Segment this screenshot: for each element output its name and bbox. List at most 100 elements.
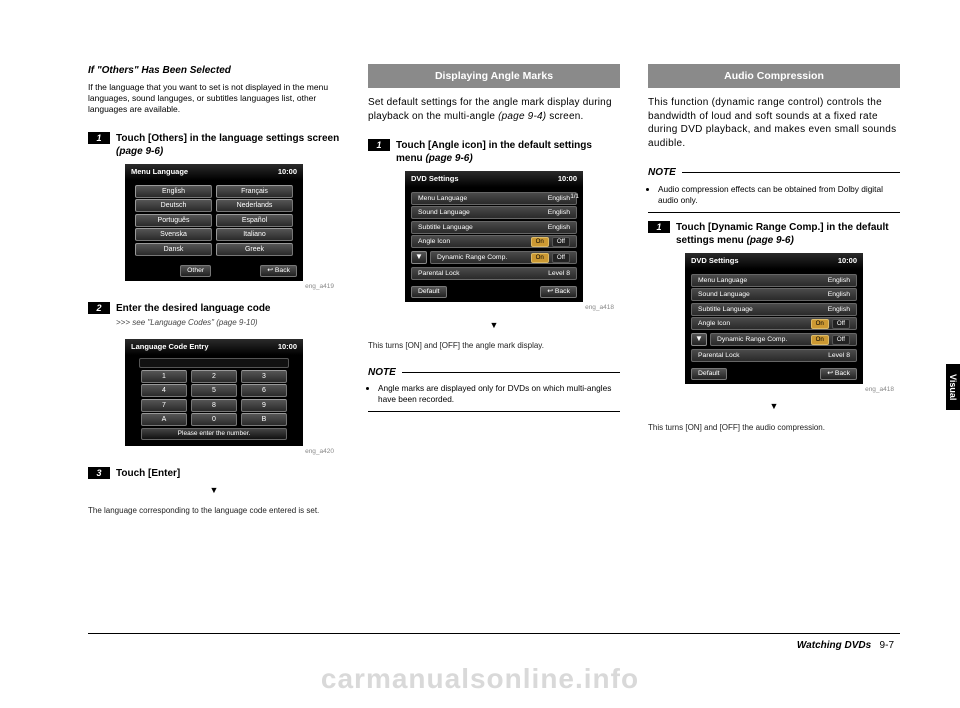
back-button-3[interactable]: ↩ Back <box>820 368 857 380</box>
others-intro: If the language that you want to set is … <box>88 82 340 116</box>
watermark: carmanualsonline.info <box>0 660 960 698</box>
lang-english[interactable]: English <box>135 185 212 198</box>
key-3[interactable]: 3 <box>241 370 287 383</box>
lang-nederlands[interactable]: Nederlands <box>216 199 293 212</box>
col2-step-badge-1: 1 <box>368 139 390 151</box>
screen2-title: Language Code Entry <box>131 342 209 352</box>
col3-result: This turns [ON] and [OFF] the audio comp… <box>648 423 900 434</box>
fig-label-1: eng_a419 <box>88 283 334 292</box>
row-drcomp-2[interactable]: Dynamic Range Comp.OnOff <box>710 333 857 346</box>
screenshot-dvd-settings-1: DVD Settings 10:00 1/1 Menu LanguageEngl… <box>405 171 583 302</box>
screen1-time: 10:00 <box>278 167 297 177</box>
col3-step-1: 1 Touch [Dynamic Range Comp.] in the def… <box>648 221 900 247</box>
note-heading-2: NOTE <box>648 166 900 180</box>
screenshot-menu-language: Menu Language 10:00 English Français Deut… <box>125 164 303 281</box>
page-indicator: 1/1 <box>570 193 579 201</box>
lang-dansk[interactable]: Dansk <box>135 243 212 256</box>
row-parental-lock-2[interactable]: Parental LockLevel 8 <box>691 349 857 362</box>
col2-result: This turns [ON] and [OFF] the angle mark… <box>368 341 620 352</box>
row-parental-lock[interactable]: Parental LockLevel 8 <box>411 267 577 280</box>
lang-svenska[interactable]: Svenska <box>135 228 212 241</box>
col3-step1-ref: (page 9-6) <box>747 235 794 246</box>
back-button[interactable]: ↩ Back <box>260 265 297 277</box>
lang-portugues[interactable]: Português <box>135 214 212 227</box>
row-menu-language-2[interactable]: Menu LanguageEnglish <box>691 274 857 287</box>
step-3: 3 Touch [Enter] <box>88 467 340 480</box>
fig-label-4: eng_a418 <box>648 386 894 395</box>
screenshot-dvd-settings-2: DVD Settings 10:00 Menu LanguageEnglish … <box>685 253 863 384</box>
column-1: If "Others" Has Been Selected If the lan… <box>88 64 340 525</box>
key-5[interactable]: 5 <box>191 384 237 397</box>
key-b[interactable]: B <box>241 413 287 426</box>
step3-text: Touch [Enter] <box>116 467 180 480</box>
default-button-2[interactable]: Default <box>691 368 727 380</box>
key-2[interactable]: 2 <box>191 370 237 383</box>
key-7[interactable]: 7 <box>141 399 187 412</box>
row-subtitle-language[interactable]: Subtitle LanguageEnglish <box>411 221 577 234</box>
note-heading: NOTE <box>368 366 620 380</box>
back-button-2[interactable]: ↩ Back <box>540 286 577 298</box>
row-drcomp[interactable]: Dynamic Range Comp.OnOff <box>430 251 577 264</box>
scroll-down-icon-2[interactable]: ▼ <box>691 333 707 346</box>
column-3: Audio Compression This function (dynamic… <box>648 64 900 525</box>
column-2: Displaying Angle Marks Set default setti… <box>368 64 620 525</box>
step-badge-1: 1 <box>88 132 110 144</box>
row-sound-language[interactable]: Sound LanguageEnglish <box>411 206 577 219</box>
step-badge-2: 2 <box>88 302 110 314</box>
screen1-title: Menu Language <box>131 167 188 177</box>
lang-greek[interactable]: Greek <box>216 243 293 256</box>
default-button[interactable]: Default <box>411 286 447 298</box>
other-button[interactable]: Other <box>180 265 211 277</box>
screenshot-code-entry: Language Code Entry 10:00 123 456 789 A0… <box>125 339 303 447</box>
col3-step-badge-1: 1 <box>648 221 670 233</box>
lang-deutsch[interactable]: Deutsch <box>135 199 212 212</box>
scroll-down-icon[interactable]: ▼ <box>411 251 427 264</box>
lang-espanol[interactable]: Español <box>216 214 293 227</box>
row-sound-language-2[interactable]: Sound LanguageEnglish <box>691 288 857 301</box>
footer-rule <box>88 633 900 634</box>
key-1[interactable]: 1 <box>141 370 187 383</box>
angle-intro: Set default settings for the angle mark … <box>368 96 620 123</box>
step1-ref: (page 9-6) <box>116 146 163 157</box>
dvd1-time: 10:00 <box>558 174 577 184</box>
down-triangle-icon: ▼ <box>88 484 340 496</box>
note-item-2: Audio compression effects can be obtaine… <box>658 184 900 206</box>
key-4[interactable]: 4 <box>141 384 187 397</box>
section-audio-compression: Audio Compression <box>648 64 900 88</box>
step1-text: Touch [Others] in the language settings … <box>116 133 339 144</box>
col2-step-1: 1 Touch [Angle icon] in the default sett… <box>368 139 620 165</box>
step2-text: Enter the desired language code <box>116 302 270 315</box>
others-heading: If "Others" Has Been Selected <box>88 64 340 78</box>
key-0[interactable]: 0 <box>191 413 237 426</box>
lang-francais[interactable]: Français <box>216 185 293 198</box>
step-2: 2 Enter the desired language code <box>88 302 340 315</box>
down-triangle-icon-2: ▼ <box>368 319 620 331</box>
key-9[interactable]: 9 <box>241 399 287 412</box>
down-triangle-icon-3: ▼ <box>648 400 900 412</box>
step-1: 1 Touch [Others] in the language setting… <box>88 132 340 158</box>
step2-ref: >>> see "Language Codes" (page 9-10) <box>116 318 340 329</box>
row-angle-icon[interactable]: Angle IconOnOff <box>411 235 577 248</box>
key-8[interactable]: 8 <box>191 399 237 412</box>
note-list-2: Audio compression effects can be obtaine… <box>648 184 900 208</box>
screen2-time: 10:00 <box>278 342 297 352</box>
key-a[interactable]: A <box>141 413 187 426</box>
step3-result: The language corresponding to the langua… <box>88 506 340 517</box>
lang-italiano[interactable]: Italiano <box>216 228 293 241</box>
fig-label-3: eng_a418 <box>368 304 614 313</box>
dvd2-title: DVD Settings <box>691 256 739 266</box>
page-footer: Watching DVDs 9-7 <box>797 639 894 653</box>
audio-intro: This function (dynamic range control) co… <box>648 96 900 150</box>
fig-label-2: eng_a420 <box>88 448 334 457</box>
note-list: Angle marks are displayed only for DVDs … <box>368 383 620 407</box>
step-badge-3: 3 <box>88 467 110 479</box>
key-6[interactable]: 6 <box>241 384 287 397</box>
row-subtitle-language-2[interactable]: Subtitle LanguageEnglish <box>691 303 857 316</box>
col2-step1-ref: (page 9-6) <box>425 153 472 164</box>
dvd2-time: 10:00 <box>838 256 857 266</box>
note-item-1: Angle marks are displayed only for DVDs … <box>378 383 620 405</box>
row-menu-language[interactable]: Menu LanguageEnglish <box>411 192 577 205</box>
row-angle-icon-2[interactable]: Angle IconOnOff <box>691 317 857 330</box>
prompt-bar: Please enter the number. <box>141 428 287 440</box>
section-angle-marks: Displaying Angle Marks <box>368 64 620 88</box>
